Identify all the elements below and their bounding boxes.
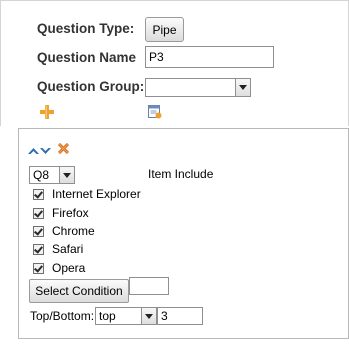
pipe-source-select[interactable]: Q8 — [29, 166, 75, 184]
plus-icon[interactable] — [40, 105, 54, 119]
chevron-down-icon[interactable] — [59, 167, 74, 183]
delete-x-icon[interactable] — [57, 142, 70, 155]
top-bottom-select[interactable]: top — [95, 307, 157, 325]
select-condition-button[interactable]: Select Condition — [29, 279, 129, 303]
question-group-label: Question Group: — [37, 79, 145, 94]
question-group-select[interactable] — [145, 78, 251, 97]
question-type-label: Question Type: — [37, 21, 135, 36]
item-checkbox[interactable] — [33, 207, 44, 219]
arrow-up-icon[interactable] — [28, 144, 39, 154]
chevron-down-icon[interactable] — [141, 308, 156, 324]
chevron-down-icon[interactable] — [235, 79, 250, 96]
top-bottom-count-input[interactable]: 3 — [157, 307, 203, 325]
item-label: Opera — [52, 261, 86, 275]
condition-input[interactable] — [129, 277, 169, 295]
list-item[interactable]: Safari — [33, 241, 83, 257]
item-label: Internet Explorer — [52, 187, 141, 201]
item-checkbox[interactable] — [33, 225, 44, 237]
question-name-input[interactable]: P3 — [145, 46, 274, 68]
question-name-label: Question Name — [37, 50, 137, 65]
pipe-source-value: Q8 — [33, 168, 50, 182]
top-bottom-value: top — [99, 309, 116, 323]
arrow-down-icon[interactable] — [40, 144, 51, 154]
question-type-button[interactable]: Pipe — [145, 17, 184, 42]
item-label: Chrome — [52, 224, 95, 238]
item-checkbox[interactable] — [33, 188, 44, 200]
list-item[interactable]: Firefox — [33, 205, 89, 221]
item-label: Safari — [52, 242, 84, 256]
list-item[interactable]: Opera — [33, 260, 85, 276]
item-include-label: Item Include — [148, 167, 214, 181]
group-settings-icon[interactable] — [148, 105, 162, 119]
item-label: Firefox — [52, 206, 89, 220]
list-item[interactable]: Chrome — [33, 223, 95, 239]
list-item[interactable]: Internet Explorer — [33, 186, 141, 202]
item-checkbox[interactable] — [33, 262, 44, 274]
item-checkbox[interactable] — [33, 243, 44, 255]
top-bottom-label: Top/Bottom: — [30, 309, 95, 323]
